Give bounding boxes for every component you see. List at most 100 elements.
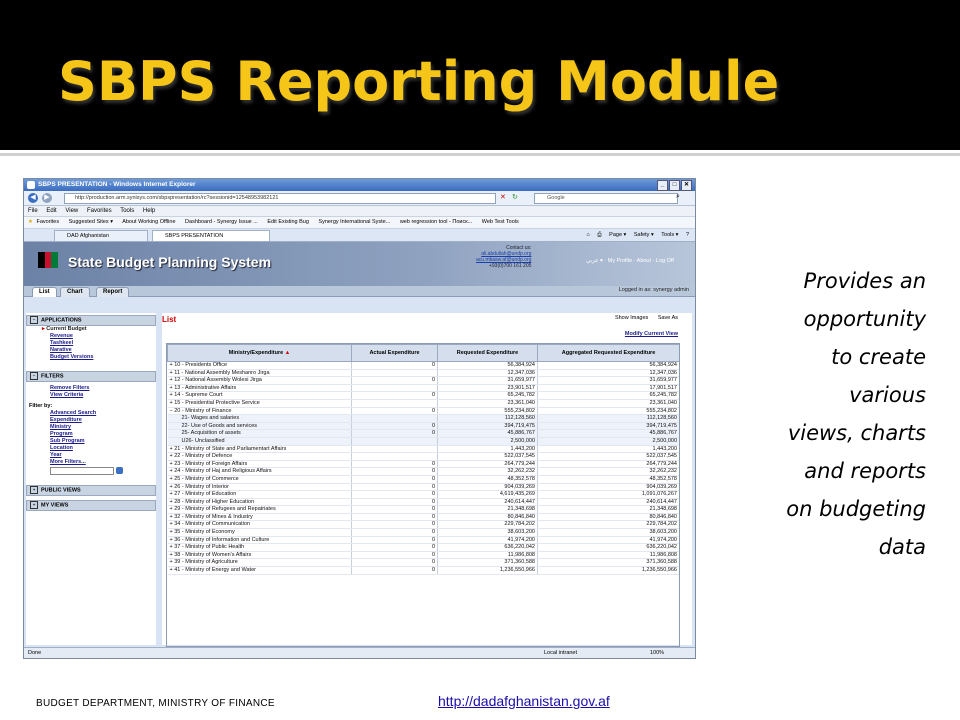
fav-link[interactable]: Edit Existing Bug (267, 219, 309, 225)
menu-help[interactable]: Help (143, 208, 155, 214)
tools-menu[interactable]: Tools ▾ (661, 232, 678, 238)
filter-year[interactable]: Year (26, 452, 156, 459)
table-row[interactable]: + 14 - Supreme Court 0 65,245,782 65,245,78… (167, 391, 679, 400)
cell-name: + 35 - Ministry of Economy (167, 528, 352, 537)
table-row[interactable]: + 41 - Ministry of Energy and Water 0 1,23… (167, 566, 679, 575)
table-row[interactable]: + 21 - Ministry of State and Parliamenta… (167, 445, 679, 454)
top-links[interactable]: عربي ▾ · My Profile · About · Log Off (586, 258, 674, 264)
table-row[interactable]: + 28 - Ministry of Higher Education 0 240,… (167, 498, 679, 507)
col-header-actual[interactable]: Actual Expenditure (351, 344, 438, 362)
filter-ministry[interactable]: Ministry (26, 424, 156, 431)
stop-icon[interactable]: ✕ (500, 193, 506, 201)
table-row[interactable]: + 34 - Ministry of Communication 0 229,784… (167, 520, 679, 530)
public-views-header[interactable]: + PUBLIC VIEWS (26, 485, 156, 496)
fav-link[interactable]: Web Test Tools (482, 219, 519, 225)
col-header-requested[interactable]: Requested Expenditure (437, 344, 538, 362)
page-menu[interactable]: Page ▾ (609, 232, 626, 238)
table-row[interactable]: U26- Unclassified 2,500,000 2,500,000 (167, 437, 679, 446)
table-row[interactable]: + 25 - Ministry of Commerce 0 48,352,578 48… (167, 475, 679, 484)
filter-program[interactable]: Program (26, 431, 156, 438)
table-row[interactable]: + 15 - Presidential Protective Service 23… (167, 399, 679, 408)
cell-name: + 24 - Ministry of Haj and Religious Aff… (167, 467, 352, 476)
cell-actual: 0 (351, 566, 438, 575)
table-row[interactable]: + 36 - Ministry of Information and Cultu… (167, 536, 679, 545)
show-images-button[interactable]: Show Images (615, 315, 648, 321)
cell-actual: 0 (351, 467, 438, 476)
search-icon[interactable]: ⌕ (676, 193, 680, 201)
filter-advanced-search[interactable]: Advanced Search (26, 410, 156, 417)
search-icon[interactable] (116, 467, 123, 474)
sidebar-item-revenue[interactable]: Revenue (26, 333, 156, 340)
filter-expenditure[interactable]: Expenditure (26, 417, 156, 424)
sidebar-item-narative[interactable]: Narative (26, 347, 156, 354)
modify-view-link[interactable]: Modify Current View (625, 331, 678, 337)
cell-name: + 25 - Ministry of Commerce (167, 475, 352, 484)
col-header-ministry[interactable]: Ministry/Expenditure ▲ (167, 344, 352, 362)
table-row[interactable]: + 23 - Ministry of Foreign Affairs 0 264,7… (167, 460, 679, 469)
my-views-header[interactable]: + MY VIEWS (26, 500, 156, 511)
filters-header[interactable]: − FILTERS (26, 371, 156, 382)
refresh-icon[interactable]: ↻ (512, 193, 518, 201)
close-button[interactable]: ✕ (681, 180, 692, 191)
table-row[interactable]: + 35 - Ministry of Economy 0 38,603,200 38,… (167, 528, 679, 537)
filter-sub-program[interactable]: Sub Program (26, 438, 156, 445)
filter-search-input[interactable] (50, 467, 123, 475)
fav-link[interactable]: About Working Offline (122, 219, 175, 225)
fav-link[interactable]: Suggested Sites ▾ (69, 219, 113, 225)
table-row[interactable]: + 13 - Administrative Affairs 23,901,517 1… (167, 384, 679, 393)
sidebar-item-tashkeel[interactable]: Tashkeel (26, 340, 156, 347)
menu-favorites[interactable]: Favorites (87, 208, 112, 214)
tab-sbps-presentation[interactable]: SBPS PRESENTATION (152, 230, 270, 241)
sidebar-item-current-budget[interactable]: ▸ Current Budget (26, 326, 156, 333)
tab-chart[interactable]: Chart (60, 287, 90, 297)
table-row[interactable]: + 26 - Ministry of Interior 0 904,039,269 9… (167, 483, 679, 492)
address-bar[interactable]: http://production.arm.synisys.com/sbpspr… (64, 193, 496, 204)
table-row[interactable]: 21- Wages and salaries 112,128,560 112,128… (167, 414, 679, 423)
favorites-button[interactable]: Favorites (36, 219, 59, 225)
zoom-level[interactable]: 100% (650, 648, 664, 658)
table-row[interactable]: + 27 - Ministry of Education 0 4,619,435,2… (167, 490, 679, 499)
table-row[interactable]: + 39 - Ministry of Agriculture 0 371,360,5… (167, 558, 679, 568)
forward-icon[interactable]: ▶ (42, 193, 52, 203)
menu-file[interactable]: File (28, 208, 38, 214)
maximize-button[interactable]: □ (669, 180, 680, 191)
table-row[interactable]: + 37 - Ministry of Public Health 0 636,220… (167, 543, 679, 552)
fav-link[interactable]: Synergy International Syste... (318, 219, 390, 225)
save-as-button[interactable]: Save As (658, 315, 678, 321)
filter-more[interactable]: More Filters... (26, 459, 156, 466)
safety-menu[interactable]: Safety ▾ (634, 232, 654, 238)
table-row[interactable]: + 22 - Ministry of Defence 522,037,545 522… (167, 452, 679, 461)
back-icon[interactable]: ◀ (28, 193, 38, 203)
print-icon[interactable]: ⎙ (597, 232, 601, 238)
menu-edit[interactable]: Edit (46, 208, 56, 214)
search-input[interactable]: Google (534, 193, 678, 204)
table-row[interactable]: + 24 - Ministry of Haj and Religious Aff… (167, 467, 679, 476)
fav-link[interactable]: Dashboard - Synergy Issue ... (185, 219, 258, 225)
table-row[interactable]: + 32 - Ministry of Mines & Industry 0 80,8… (167, 513, 679, 522)
tab-list[interactable]: List (32, 287, 57, 297)
table-row[interactable]: + 10 - Presidents Office 0 56,384,924 56,38… (167, 361, 679, 370)
table-row[interactable]: 25- Acquisition of assets 0 45,886,767 45,8… (167, 429, 679, 438)
table-row[interactable]: + 29 - Ministry of Refugees and Repatria… (167, 505, 679, 514)
col-header-aggregated[interactable]: Aggregated Requested Expenditure (537, 344, 679, 362)
tab-dad-afghanistan[interactable]: DAD Afghanistan (54, 230, 148, 241)
table-row[interactable]: − 20 - Ministry of Finance 0 555,234,802 55… (167, 407, 679, 416)
filter-location[interactable]: Location (26, 445, 156, 452)
tab-report[interactable]: Report (96, 287, 130, 297)
help-icon[interactable]: ? (686, 232, 689, 238)
table-row[interactable]: 22- Use of Goods and services 0 394,719,47… (167, 422, 679, 431)
applications-header[interactable]: − APPLICATIONS (26, 315, 156, 326)
menu-tools[interactable]: Tools (120, 208, 134, 214)
home-icon[interactable]: ⌂ (586, 232, 589, 238)
menu-view[interactable]: View (65, 208, 78, 214)
table-row[interactable]: + 12 - National Assembly Wolesi Jirga 0 31… (167, 376, 679, 385)
table-row[interactable]: + 11 - National Assembly Meshanro Jirga 1… (167, 369, 679, 378)
fav-link[interactable]: web regression tool - Поиск... (400, 219, 472, 225)
remove-filters-link[interactable]: Remove Filters (26, 385, 156, 392)
view-criteria-link[interactable]: View Criteria (26, 392, 156, 399)
browser-titlebar: SBPS PRESENTATION - Windows Internet Exp… (24, 179, 695, 191)
sidebar-item-budget-versions[interactable]: Budget Versions (26, 354, 156, 361)
table-row[interactable]: + 38 - Ministry of Women's Affairs 0 11,98… (167, 551, 679, 560)
minimize-button[interactable]: _ (657, 180, 668, 191)
footer-link[interactable]: http://dadafghanistan.gov.af (438, 693, 610, 709)
